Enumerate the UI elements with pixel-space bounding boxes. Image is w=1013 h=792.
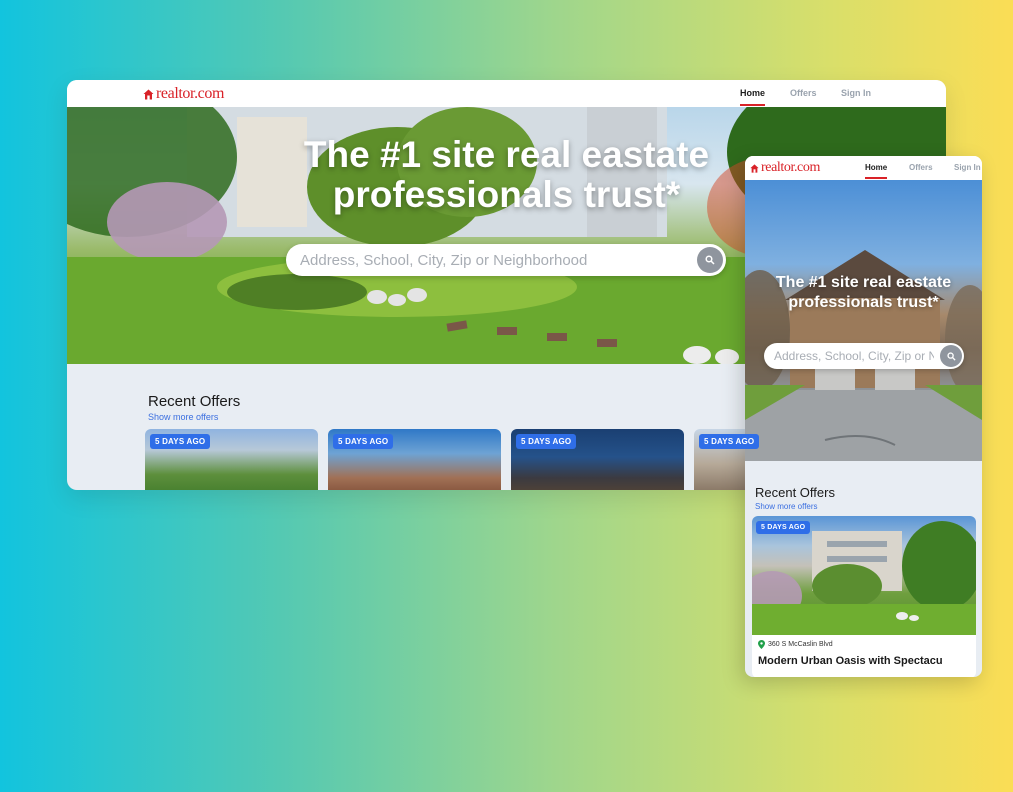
top-nav: realtor.com Home Offers Sign In xyxy=(67,80,946,107)
logo[interactable]: realtor.com xyxy=(143,85,224,103)
mobile-nav-offers[interactable]: Offers xyxy=(909,163,933,172)
logo-text: realtor.com xyxy=(156,85,225,102)
search-icon xyxy=(705,255,715,265)
offer-card[interactable]: 5 DAYS AGO xyxy=(511,429,684,490)
mobile-hero-banner: The #1 site real eastate professionals t… xyxy=(745,180,982,461)
offer-age-badge: 5 DAYS AGO xyxy=(333,434,394,449)
mobile-logo[interactable]: realtor.com xyxy=(750,160,820,176)
search-icon xyxy=(946,351,956,361)
recent-offers-title: Recent Offers xyxy=(148,393,241,410)
house-icon xyxy=(750,163,759,173)
mobile-window: realtor.com Home Offers Sign In The #1 s… xyxy=(745,156,982,677)
mobile-hero-title-line1: The #1 site real eastate xyxy=(775,274,952,291)
mobile-nav-sign-in[interactable]: Sign In xyxy=(954,163,981,172)
offer-title[interactable]: Modern Urban Oasis with Spectacu xyxy=(758,655,972,667)
mobile-offer-card[interactable]: 5 DAYS AGO 360 S McCaslin Blvd Modern Ur… xyxy=(752,516,976,677)
offer-age-badge: 5 DAYS AGO xyxy=(150,434,211,449)
location-pin-icon xyxy=(758,640,765,649)
offer-address-text: 360 S McCaslin Blvd xyxy=(768,641,833,648)
mobile-hero-title: The #1 site real eastate professionals t… xyxy=(745,273,982,313)
mobile-search-button[interactable] xyxy=(940,345,962,367)
mobile-recent-offers-title: Recent Offers xyxy=(755,485,835,500)
offer-card[interactable]: 5 DAYS AGO xyxy=(145,429,318,490)
nav-offers[interactable]: Offers xyxy=(790,88,817,98)
offer-card[interactable]: 5 DAYS AGO xyxy=(328,429,501,490)
show-more-offers-link[interactable]: Show more offers xyxy=(148,412,218,422)
mobile-logo-text: realtor.com xyxy=(761,160,820,175)
mobile-hero-title-line2: professionals trust* xyxy=(788,294,939,311)
offer-address: 360 S McCaslin Blvd xyxy=(758,640,833,649)
offer-age-badge: 5 DAYS AGO xyxy=(699,434,760,449)
mobile-show-more-offers-link[interactable]: Show more offers xyxy=(755,502,818,511)
mobile-nav-home[interactable]: Home xyxy=(865,163,888,179)
search-button[interactable] xyxy=(697,247,723,273)
mobile-search-input[interactable] xyxy=(774,349,934,363)
nav-home[interactable]: Home xyxy=(740,88,766,106)
mobile-hero-house-image xyxy=(745,250,982,461)
mobile-top-nav: realtor.com Home Offers Sign In xyxy=(745,156,982,180)
mobile-search-bar xyxy=(764,343,964,369)
offer-age-badge: 5 DAYS AGO xyxy=(756,521,811,534)
offer-age-badge: 5 DAYS AGO xyxy=(516,434,577,449)
nav-sign-in[interactable]: Sign In xyxy=(841,88,871,98)
search-input[interactable] xyxy=(300,251,726,269)
house-icon xyxy=(143,89,154,100)
search-bar xyxy=(286,244,726,276)
